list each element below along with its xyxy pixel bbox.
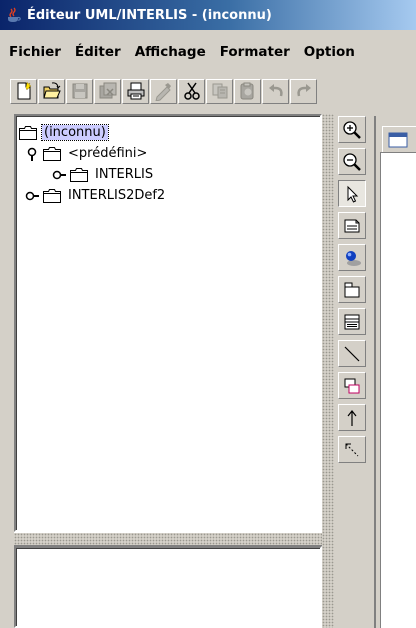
print-button[interactable] — [122, 78, 149, 104]
actor-tool-button[interactable] — [338, 244, 366, 271]
zoom-out-button[interactable] — [338, 148, 366, 175]
association-line-icon — [344, 346, 360, 361]
note-icon — [344, 219, 360, 232]
pen-icon — [154, 83, 171, 101]
copy-icon — [212, 83, 227, 99]
collapsed-handle-icon[interactable] — [52, 167, 66, 181]
zoom-in-button[interactable] — [338, 116, 366, 143]
copy-button[interactable] — [206, 78, 233, 104]
folder-icon — [43, 146, 61, 161]
cut-icon — [183, 82, 200, 100]
zoom-in-icon — [343, 120, 361, 139]
open-folder-icon — [42, 82, 61, 99]
tree-node-interlis2def2[interactable]: INTERLIS2Def2 — [25, 185, 167, 205]
diagram-area — [374, 116, 416, 628]
expanded-handle-icon[interactable] — [25, 146, 39, 161]
save-icon — [72, 83, 87, 99]
paste-button[interactable] — [234, 78, 261, 104]
app-window: Éditeur UML/INTERLIS - (inconnu) Fichier… — [0, 0, 416, 628]
collapsed-handle-icon[interactable] — [25, 188, 39, 202]
cut-button[interactable] — [178, 78, 205, 104]
left-pane: (inconnu) <prédéfini> INTERLIS INTERLIS2… — [14, 114, 322, 628]
undo-button[interactable] — [262, 78, 289, 104]
menu-formater[interactable]: Formater — [215, 41, 299, 63]
open-file-button[interactable] — [38, 78, 65, 104]
tree-node-root[interactable]: (inconnu) — [19, 122, 109, 142]
redo-button[interactable] — [290, 78, 317, 104]
class-tool-button[interactable] — [338, 308, 366, 335]
tree-node-predefini-label: <prédéfini> — [68, 145, 148, 161]
tree-node-predefini[interactable]: <prédéfini> — [25, 143, 149, 163]
toolbar — [10, 78, 318, 104]
redo-icon — [296, 84, 311, 97]
print-icon — [127, 82, 144, 100]
menu-affichage[interactable]: Affichage — [130, 41, 215, 63]
horizontal-splitter[interactable] — [14, 532, 322, 546]
generalization-arrow-icon — [347, 409, 357, 426]
dependency-arrow-icon — [345, 443, 359, 456]
edit-button[interactable] — [150, 78, 177, 104]
note-tool-button[interactable] — [338, 212, 366, 239]
model-tree[interactable]: (inconnu) <prédéfini> INTERLIS INTERLIS2… — [14, 114, 322, 532]
menu-option[interactable]: Option — [299, 41, 364, 63]
composition-icon — [344, 378, 360, 393]
new-file-icon — [17, 81, 32, 100]
menu-bar: Fichier Éditer Affichage Formater Option — [0, 39, 416, 65]
tree-node-root-label: (inconnu) — [41, 123, 109, 141]
title-bar[interactable]: Éditeur UML/INTERLIS - (inconnu) — [0, 0, 416, 30]
paste-icon — [240, 82, 253, 100]
tree-node-interlis2def2-label: INTERLIS2Def2 — [68, 187, 166, 203]
class-icon — [344, 314, 360, 329]
composition-tool-button[interactable] — [338, 372, 366, 399]
menu-fichier[interactable]: Fichier — [4, 41, 70, 63]
tree-node-interlis-label: INTERLIS — [95, 166, 154, 182]
generalization-tool-button[interactable] — [338, 404, 366, 431]
folder-icon — [43, 188, 61, 203]
tree-node-interlis[interactable]: INTERLIS — [52, 164, 155, 184]
folder-icon — [70, 167, 88, 182]
save-all-button[interactable] — [94, 78, 121, 104]
diagram-window-icon — [388, 132, 408, 147]
diagram-tab[interactable] — [382, 126, 416, 152]
package-icon — [344, 282, 360, 297]
save-button[interactable] — [66, 78, 93, 104]
java-cup-icon — [6, 7, 22, 23]
window-title: Éditeur UML/INTERLIS - (inconnu) — [27, 7, 272, 23]
dependency-tool-button[interactable] — [338, 436, 366, 463]
package-tool-button[interactable] — [338, 276, 366, 303]
select-arrow-icon — [347, 185, 359, 203]
tool-palette — [338, 116, 370, 468]
zoom-out-icon — [343, 152, 361, 171]
documentation-panel[interactable] — [14, 546, 322, 628]
undo-icon — [268, 84, 283, 97]
save-all-icon — [99, 82, 116, 99]
actor-icon — [346, 250, 361, 266]
diagram-canvas[interactable] — [380, 152, 416, 628]
menu-editer[interactable]: Éditer — [70, 41, 130, 63]
new-file-button[interactable] — [10, 78, 37, 104]
vertical-splitter[interactable] — [322, 114, 334, 628]
select-tool-button[interactable] — [338, 180, 366, 207]
association-tool-button[interactable] — [338, 340, 366, 367]
folder-icon — [19, 125, 37, 140]
